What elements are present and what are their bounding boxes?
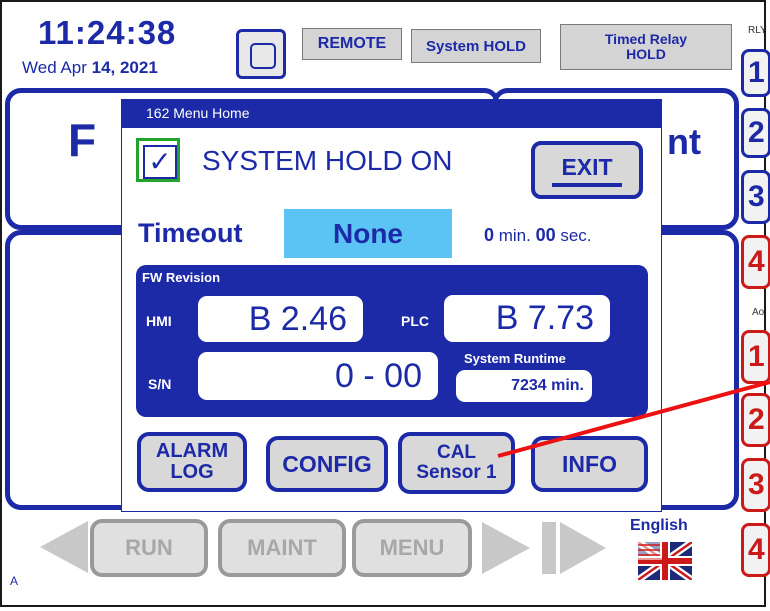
language-flag-icon[interactable] xyxy=(638,542,692,580)
corner-label: A xyxy=(10,574,19,588)
back-arrow-icon[interactable] xyxy=(36,517,92,577)
fast-forward-icon[interactable] xyxy=(536,518,610,578)
forward-arrow-icon[interactable] xyxy=(476,518,536,578)
run-button[interactable]: RUN xyxy=(90,519,208,577)
maint-button[interactable]: MAINT xyxy=(218,519,346,577)
menu-button[interactable]: MENU xyxy=(352,519,472,577)
language-label: English xyxy=(630,517,688,534)
